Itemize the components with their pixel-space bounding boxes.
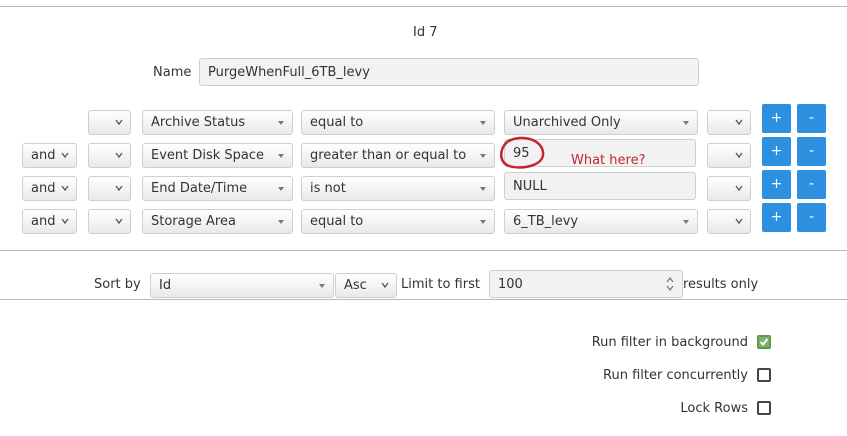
chevron-down-icon — [114, 148, 124, 162]
filter-id-label: Id 7 — [413, 25, 438, 40]
rule-open-paren-select[interactable] — [88, 176, 131, 201]
rule-value-input[interactable]: NULL — [504, 172, 696, 200]
spinner-icon[interactable] — [664, 275, 676, 293]
rule-operator-value: is not — [310, 181, 346, 196]
annotation-text: What here? — [571, 153, 646, 168]
chevron-down-icon — [478, 214, 488, 228]
rule-value: 6_TB_levy — [513, 214, 579, 229]
chevron-down-icon — [734, 181, 744, 195]
chevron-down-icon — [60, 148, 70, 162]
rule-value-select[interactable]: 6_TB_levy — [504, 209, 698, 234]
chevron-down-icon — [276, 181, 286, 195]
chevron-down-icon — [734, 214, 744, 228]
rule-operator-value: equal to — [310, 115, 364, 130]
rule-field-select[interactable]: Archive Status — [142, 110, 293, 135]
rule-value: NULL — [513, 179, 547, 194]
chevron-down-icon — [681, 214, 691, 228]
rule-conjunction-value: and — [31, 214, 56, 229]
name-label: Name — [153, 65, 192, 80]
chevron-down-icon — [478, 181, 488, 195]
option-label: Run filter in background — [591, 335, 748, 350]
remove-rule-button[interactable]: - — [797, 203, 826, 232]
rule-value-select[interactable]: Unarchived Only — [504, 110, 698, 135]
add-rule-button[interactable]: + — [762, 203, 791, 232]
option-checkbox[interactable] — [757, 368, 771, 382]
chevron-down-icon — [276, 148, 286, 162]
chevron-down-icon — [478, 148, 488, 162]
rule-operator-value: equal to — [310, 214, 364, 229]
remove-rule-button[interactable]: - — [797, 137, 826, 166]
rules-divider — [0, 250, 847, 251]
rule-open-paren-select[interactable] — [88, 143, 131, 168]
rule-open-paren-select[interactable] — [88, 110, 131, 135]
limit-value: 100 — [498, 277, 523, 292]
rule-field-value: Event Disk Space — [151, 148, 265, 163]
chevron-down-icon — [317, 278, 327, 292]
add-rule-button[interactable]: + — [762, 170, 791, 199]
rule-value: Unarchived Only — [513, 115, 621, 130]
rule-conjunction-select[interactable]: and — [22, 143, 77, 168]
option-label: Run filter concurrently — [603, 368, 748, 383]
rule-field-value: End Date/Time — [151, 181, 248, 196]
rule-conjunction-select[interactable]: and — [22, 209, 77, 234]
rule-conjunction-value: and — [31, 181, 56, 196]
chevron-down-icon — [478, 115, 488, 129]
remove-rule-button[interactable]: - — [797, 104, 826, 133]
chevron-down-icon — [276, 115, 286, 129]
rule-operator-select[interactable]: is not — [301, 176, 495, 201]
chevron-down-icon — [734, 148, 744, 162]
rule-operator-value: greater than or equal to — [310, 148, 467, 163]
chevron-down-icon — [60, 214, 70, 228]
rule-field-value: Archive Status — [151, 115, 246, 130]
rule-close-paren-select[interactable] — [707, 176, 751, 201]
rule-field-select[interactable]: Storage Area — [142, 209, 293, 234]
rule-close-paren-select[interactable] — [707, 110, 751, 135]
top-divider — [0, 6, 847, 7]
chevron-down-icon — [114, 181, 124, 195]
name-input[interactable]: PurgeWhenFull_6TB_levy — [199, 58, 699, 86]
rule-conjunction-select[interactable]: and — [22, 176, 77, 201]
remove-rule-button[interactable]: - — [797, 170, 826, 199]
rule-field-select[interactable]: Event Disk Space — [142, 143, 293, 168]
annotation-circle — [500, 136, 545, 169]
rule-conjunction-value: and — [31, 148, 56, 163]
rule-operator-select[interactable]: equal to — [301, 110, 495, 135]
add-rule-button[interactable]: + — [762, 104, 791, 133]
rule-field-value: Storage Area — [151, 214, 236, 229]
chevron-down-icon — [114, 214, 124, 228]
rule-close-paren-select[interactable] — [707, 143, 751, 168]
option-checkbox[interactable] — [757, 401, 771, 415]
rule-close-paren-select[interactable] — [707, 209, 751, 234]
chevron-down-icon — [60, 181, 70, 195]
chevron-down-icon — [114, 115, 124, 129]
add-rule-button[interactable]: + — [762, 137, 791, 166]
option-label: Lock Rows — [680, 401, 748, 416]
results-only-label: results only — [683, 277, 759, 292]
sort-by-label: Sort by — [94, 277, 141, 292]
chevron-down-icon — [734, 115, 744, 129]
rule-operator-select[interactable]: equal to — [301, 209, 495, 234]
rule-open-paren-select[interactable] — [88, 209, 131, 234]
chevron-down-icon — [380, 278, 390, 292]
rule-operator-select[interactable]: greater than or equal to — [301, 143, 495, 168]
sort-direction-select[interactable]: Asc — [335, 273, 397, 298]
sort-direction-value: Asc — [344, 278, 367, 293]
chevron-down-icon — [681, 115, 691, 129]
option-checkbox[interactable] — [757, 335, 771, 349]
sort-field-select[interactable]: Id — [150, 273, 334, 298]
limit-input[interactable]: 100 — [489, 270, 683, 298]
chevron-down-icon — [276, 214, 286, 228]
limit-label: Limit to first — [401, 277, 480, 292]
checkmark-icon — [759, 338, 769, 346]
sort-divider — [0, 299, 847, 300]
sort-field-value: Id — [159, 278, 172, 293]
rule-field-select[interactable]: End Date/Time — [142, 176, 293, 201]
